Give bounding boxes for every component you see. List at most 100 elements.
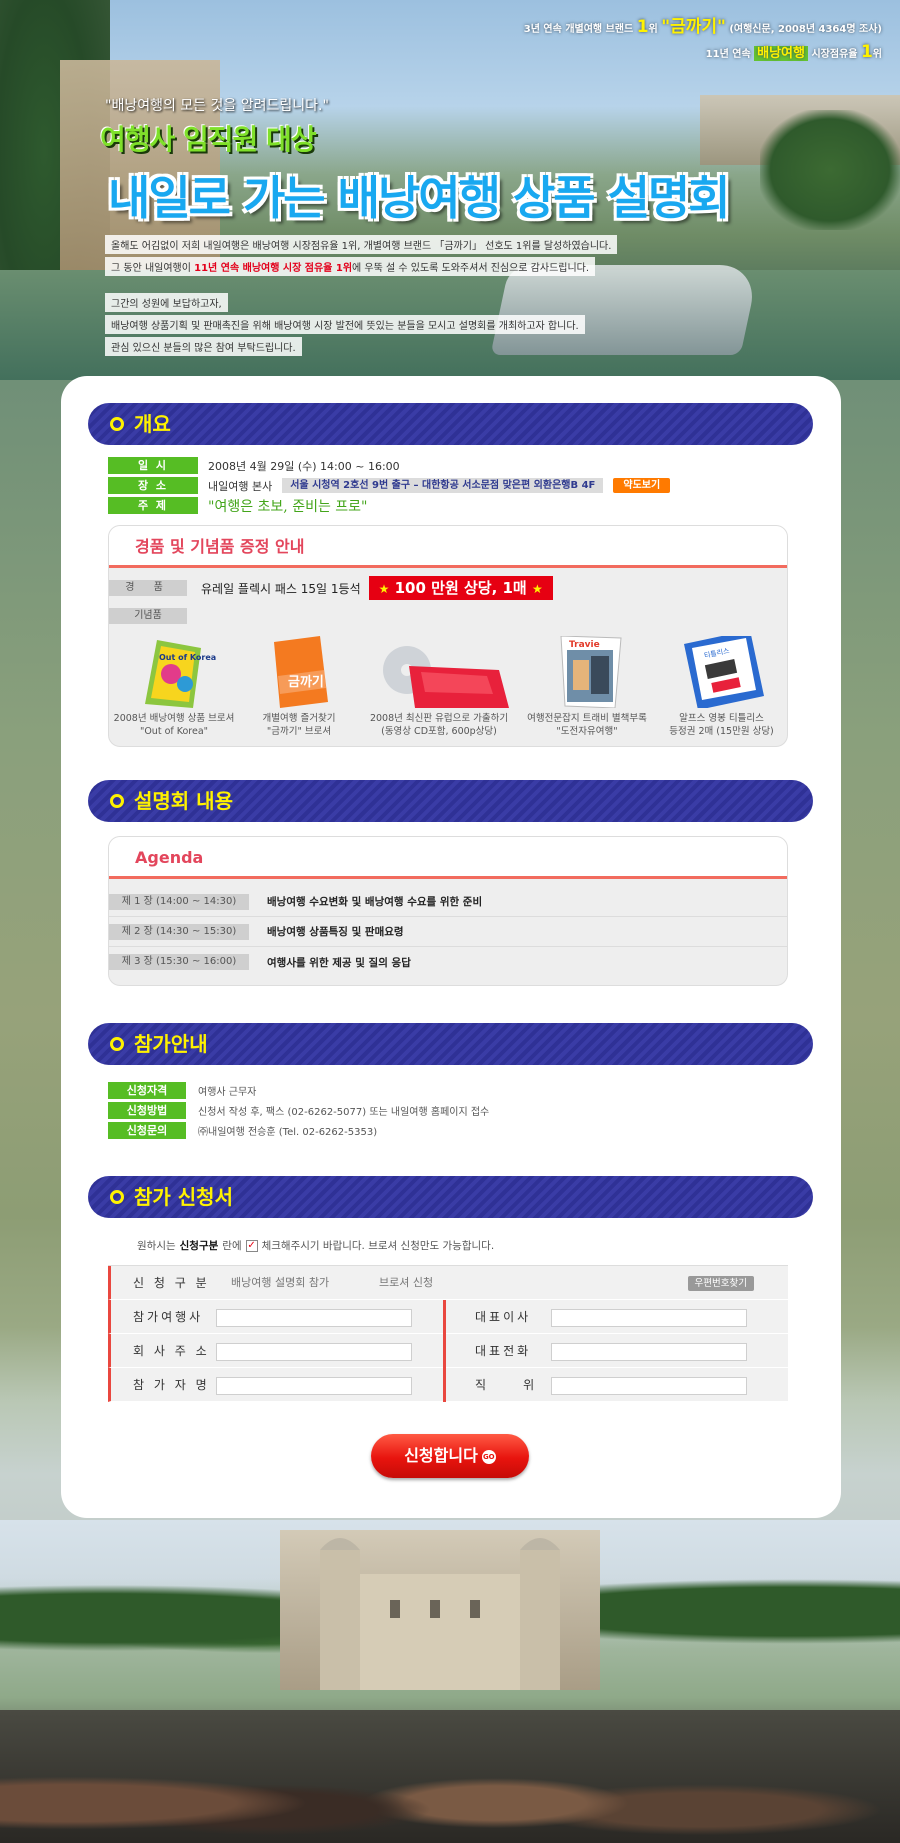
agenda-text: 배낭여행 상품특징 및 판매요령 xyxy=(267,926,404,938)
intro-line: 배낭여행 상품기획 및 판매촉진을 위해 배낭여행 시장 발전에 뜻있는 분들을… xyxy=(105,315,585,334)
name-input[interactable] xyxy=(216,1377,412,1395)
position-input[interactable] xyxy=(551,1377,747,1395)
prize-badge: ★ 100 만원 상당, 1매 ★ xyxy=(368,576,553,600)
form-row-type: 신 청 구 분 배낭여행 설명회 참가 브로셔 신청 우편번호찾기 xyxy=(108,1266,788,1300)
ceo-label: 대표이사 xyxy=(475,1310,532,1324)
main-card: 개요 일 시 2008년 4월 29일 (수) 14:00 ~ 16:00 장 … xyxy=(61,376,841,1518)
info-row-contact: 신청문의 ㈜내일여행 전승훈 (Tel. 02-6262-5353) xyxy=(108,1122,377,1139)
award-text: 3년 연속 개별여행 브랜드 xyxy=(523,24,637,35)
agenda-row: 제 2 장 (14:30 ~ 15:30) 배낭여행 상품특징 및 판매요령 xyxy=(109,917,787,947)
gift-item: 금까기 개별여행 즐거찾기 "금까기" 브로셔 xyxy=(234,636,364,738)
form-row-agency: 참가여행사 대표이사 xyxy=(108,1300,788,1334)
star-icon: ★ xyxy=(378,582,390,596)
ceo-input[interactable] xyxy=(551,1309,747,1327)
gift-caption-line: "Out of Korea" xyxy=(139,726,209,737)
ticket-image: 티틀리스 xyxy=(654,630,787,710)
award-brand: "금까기" xyxy=(661,17,726,37)
gift-caption-line: 알프스 영봉 티틀리스 xyxy=(679,713,764,724)
zip-search-button[interactable]: 우편번호찾기 xyxy=(687,1276,754,1291)
award-rank: 1 xyxy=(636,17,649,37)
type-label: 신 청 구 분 xyxy=(133,1276,210,1290)
award-highlight: 배낭여행 xyxy=(754,46,808,61)
section-heading-text: 개요 xyxy=(134,412,171,436)
name-label: 참 가 자 명 xyxy=(133,1378,210,1392)
award-rank: 1 xyxy=(860,42,873,62)
section-heading-content: 설명회 내용 xyxy=(88,780,813,822)
intro-text: 올해도 어김없이 저희 내일여행은 배낭여행 시장점유율 1위, 개별여행 브랜… xyxy=(105,235,618,359)
qualification-label: 신청자격 xyxy=(108,1082,186,1099)
ring-icon xyxy=(110,1190,124,1204)
intro-line: 관심 있으신 분들의 많은 참여 부탁드립니다. xyxy=(105,337,302,356)
contact-value: ㈜내일여행 전승훈 (Tel. 02-6262-5353) xyxy=(198,1127,378,1138)
prize-box: 경품 및 기념품 증정 안내 경 품 유레일 플렉시 패스 15일 1등석 ★ … xyxy=(108,525,788,747)
address-input[interactable] xyxy=(216,1343,412,1361)
prize-label: 경 품 xyxy=(109,580,187,596)
overview-date-row: 일 시 2008년 4월 29일 (수) 14:00 ~ 16:00 xyxy=(108,457,400,474)
agency-label: 참가여행사 xyxy=(133,1310,204,1324)
place-value: 내일여행 본사 xyxy=(208,479,273,493)
gift-caption-line: 등정권 2매 (15만원 상당) xyxy=(669,726,774,737)
prize-box-title: 경품 및 기념품 증정 안내 xyxy=(109,526,787,568)
theme-value: "여행은 초보, 준비는 프로" xyxy=(208,498,368,515)
hero-banner: 3년 연속 개별여행 브랜드 1위 "금까기" (여행신문, 2008년 436… xyxy=(0,0,900,380)
gift-caption-line: 개별여행 즐거찾기 xyxy=(262,713,336,724)
map-button[interactable]: 약도보기 xyxy=(613,478,671,493)
gift-label: 기념품 xyxy=(109,608,187,624)
ring-icon xyxy=(110,794,124,808)
info-row-method: 신청방법 신청서 작성 후, 팩스 (02-6262-5077) 또는 내일여행… xyxy=(108,1102,489,1119)
section-heading-text: 참가 신청서 xyxy=(134,1185,233,1209)
gift-caption: 2008년 배낭여행 상품 브로셔 "Out of Korea" xyxy=(109,712,239,738)
gift-caption: 여행전문잡지 트래비 별책부록 "도전자유여행" xyxy=(517,712,657,738)
gift-item: Out of Korea 2008년 배낭여행 상품 브로셔 "Out of Ko… xyxy=(109,636,239,738)
intro-line: 올해도 어김없이 저희 내일여행은 배낭여행 시장점유율 1위, 개별여행 브랜… xyxy=(105,235,618,254)
gift-section: 기념품 Out of Korea 2008년 배낭여행 상품 브로셔 "Out o… xyxy=(109,608,787,737)
award-line-1: 3년 연속 개별여행 브랜드 1위 "금까기" (여행신문, 2008년 436… xyxy=(524,16,882,41)
check-icon: ✓ xyxy=(245,1239,258,1252)
intro-text-part: 에 우뚝 설 수 있도록 도와주셔서 진심으로 감사드립니다. xyxy=(352,263,590,274)
agenda-text: 배낭여행 수요변화 및 배낭여행 수요를 위한 준비 xyxy=(267,896,483,908)
agency-input[interactable] xyxy=(216,1309,412,1327)
submit-button[interactable]: 신청합니다 GO xyxy=(371,1434,529,1478)
option-seminar[interactable]: 배낭여행 설명회 참가 xyxy=(231,1266,329,1300)
ring-icon xyxy=(110,1037,124,1051)
footer-crowd xyxy=(0,1710,900,1843)
overview-place-row: 장 소 내일여행 본사 서울 시청역 2호선 9번 출구 – 대한항공 서소문점… xyxy=(108,477,671,494)
option-brochure[interactable]: 브로셔 신청 xyxy=(379,1266,433,1300)
phone-input[interactable] xyxy=(551,1343,747,1361)
prize-badge-text: 100 만원 상당, 1매 xyxy=(394,579,527,597)
place-label: 장 소 xyxy=(108,477,198,494)
note-text: 란에 xyxy=(222,1240,242,1252)
brochure-image: 금까기 xyxy=(234,636,364,708)
prize-row: 경 품 유레일 플렉시 패스 15일 1등석 ★ 100 만원 상당, 1매 ★ xyxy=(109,576,787,600)
award-text: 시장점유율 xyxy=(807,49,861,60)
award-banner: 3년 연속 개별여행 브랜드 1위 "금까기" (여행신문, 2008년 436… xyxy=(524,16,882,66)
prize-text: 유레일 플렉시 패스 15일 1등석 xyxy=(201,581,361,596)
award-text: 위 xyxy=(872,49,882,60)
award-text: 11년 연속 xyxy=(705,49,755,60)
star-icon: ★ xyxy=(531,582,543,596)
position-label: 직 위 xyxy=(475,1378,538,1392)
intro-line: 그간의 성원에 보답하고자, xyxy=(105,293,228,312)
award-source: (여행신문, 2008년 4364명 조사) xyxy=(725,24,882,35)
hero-kicker: "배낭여행의 모든 것을 알려드립니다." xyxy=(105,98,329,114)
award-text: 위 xyxy=(648,24,662,35)
note-bold: 신청구분 xyxy=(179,1240,219,1252)
overview-theme-row: 주 제 "여행은 초보, 준비는 프로" xyxy=(108,497,368,515)
qualification-value: 여행사 근무자 xyxy=(198,1087,257,1098)
brochure-text: Out of Korea xyxy=(159,653,216,662)
gift-caption-line: "금까기" 브로셔 xyxy=(266,726,332,737)
date-value: 2008년 4월 29일 (수) 14:00 ~ 16:00 xyxy=(208,459,400,473)
gift-caption-line: 2008년 배낭여행 상품 브로셔 xyxy=(113,713,235,724)
submit-label: 신청합니다 xyxy=(404,1446,478,1465)
form-row-name: 참 가 자 명 직 위 xyxy=(108,1368,788,1402)
intro-highlight: 11년 연속 배낭여행 시장 점유율 1위 xyxy=(194,263,353,274)
form-divider xyxy=(443,1368,446,1402)
gift-caption: 알프스 영봉 티틀리스등정권 2매 (15만원 상당) xyxy=(654,712,787,738)
application-note: 원하시는 신청구분 란에 ✓ 체크해주시기 바랍니다. 브로셔 신청만도 가능합니… xyxy=(137,1238,494,1253)
section-heading-overview: 개요 xyxy=(88,403,813,445)
footer-castle xyxy=(280,1530,600,1690)
agenda-session: 제 3 장 (15:30 ~ 16:00) xyxy=(109,954,249,970)
gift-caption-line: 여행전문잡지 트래비 별책부록 xyxy=(527,713,647,724)
magazine-text: Travie xyxy=(569,640,600,650)
agenda-title: Agenda xyxy=(109,837,787,879)
